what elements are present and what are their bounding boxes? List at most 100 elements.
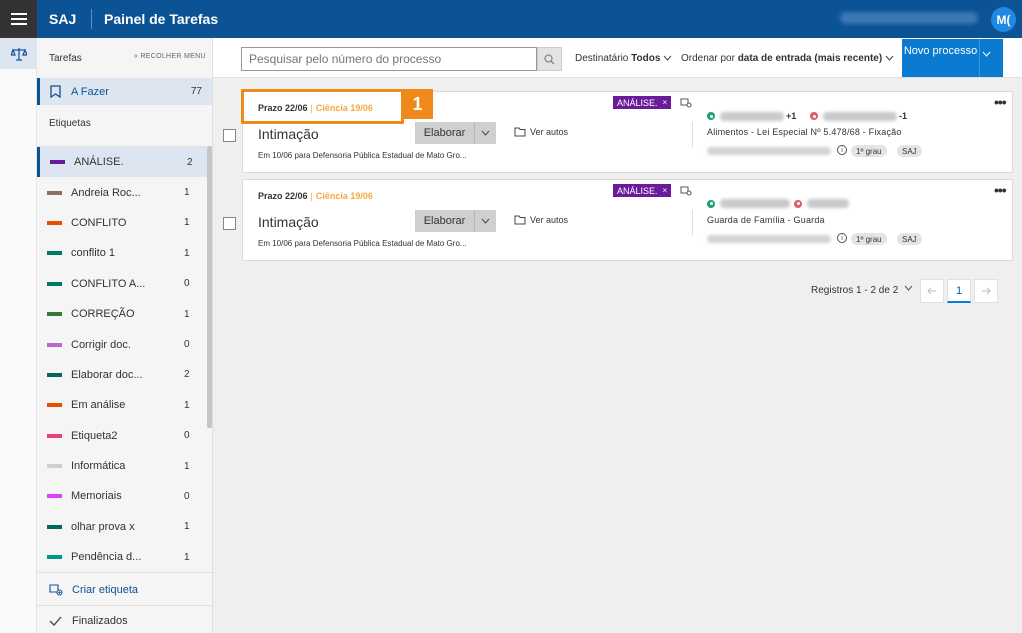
prazo-ciencia: Prazo 22/06 | Ciência 19/06 [258, 191, 373, 201]
tag-color-swatch [47, 555, 62, 560]
avatar[interactable]: M( [991, 7, 1016, 32]
finalizados-label: Finalizados [72, 614, 128, 627]
scales-icon[interactable] [0, 38, 37, 69]
etiqueta-item[interactable]: CORREÇÃO 1 [37, 299, 207, 329]
etiqueta-item[interactable]: Etiqueta2 0 [37, 421, 207, 451]
etiqueta-item[interactable]: olhar prova x 1 [37, 512, 207, 542]
polo-passivo-icon [794, 199, 802, 208]
sidebar-scrollbar[interactable] [207, 146, 212, 428]
etiqueta-label: CONFLITO [71, 216, 127, 229]
task-card[interactable]: Prazo 22/06 | Ciência 19/06 Intimação Elab… [241, 89, 1013, 173]
info-icon[interactable]: i [837, 145, 847, 155]
folder-icon [514, 215, 526, 225]
destinatario-dropdown[interactable]: Destinatário Todos [575, 53, 672, 64]
pagination-summary: Registros 1 - 2 de 2 [811, 285, 899, 296]
etiqueta-item[interactable]: Andreia Roc... 1 [37, 177, 207, 207]
novo-processo-button[interactable]: Novo processo [902, 39, 1003, 77]
novo-processo-label: Novo processo [903, 45, 978, 57]
chevron-down-icon [885, 55, 894, 61]
elaborar-dropdown-button[interactable] [474, 122, 496, 144]
polo-ativo [707, 199, 790, 208]
elaborar-button[interactable]: Elaborar [415, 210, 474, 232]
task-card[interactable]: Prazo 22/06 | Ciência 19/06 Intimação Elab… [242, 179, 1013, 261]
next-page-button[interactable] [974, 279, 998, 303]
page-button[interactable]: 1 [947, 279, 971, 303]
etiqueta-count: 2 [184, 369, 190, 381]
brand-logo[interactable]: SAJ [49, 11, 76, 27]
elaborar-dropdown-button[interactable] [474, 210, 496, 232]
etiqueta-count: 1 [184, 460, 190, 472]
etiqueta-label: Memoriais [71, 490, 122, 503]
tag-manage-icon[interactable] [680, 186, 692, 196]
top-bar: SAJ Painel de Tarefas M( [0, 0, 1022, 38]
task-type: Intimação [258, 214, 319, 230]
tag-color-swatch [47, 342, 62, 347]
toolbar: Destinatário Todos Ordenar por data de e… [213, 38, 1022, 78]
etiqueta-label: Andreia Roc... [71, 186, 141, 199]
etiqueta-label: Em análise [71, 399, 126, 412]
ver-autos-link[interactable]: Ver autos [514, 127, 568, 137]
sidebar: Tarefas « RECOLHER MENU A Fazer 77 Etiqu… [37, 38, 213, 633]
tag-manage-icon[interactable] [680, 98, 692, 108]
etiqueta-label: Elaborar doc... [71, 368, 143, 381]
more-options-icon[interactable]: ••• [994, 182, 1007, 198]
info-icon[interactable]: i [837, 233, 847, 243]
ordenar-dropdown[interactable]: Ordenar por data de entrada (mais recent… [681, 53, 894, 64]
tag-color-swatch [47, 220, 62, 225]
hamburger-menu-icon[interactable] [0, 0, 37, 38]
chevron-down-icon[interactable] [982, 51, 991, 57]
prev-page-button[interactable] [920, 279, 944, 303]
tag-color-swatch [47, 524, 62, 529]
sidebar-header: Tarefas [49, 53, 82, 64]
task-checkbox[interactable] [223, 129, 236, 142]
etiqueta-item[interactable]: Pendência d... 1 [37, 542, 207, 572]
etiqueta-count: 0 [184, 430, 190, 442]
etiqueta-item[interactable]: CONFLITO 1 [37, 208, 207, 238]
etiqueta-item[interactable]: Memoriais 0 [37, 481, 207, 511]
collapse-menu-button[interactable]: « RECOLHER MENU [134, 53, 206, 60]
polo-passivo-icon [810, 112, 818, 120]
etiqueta-item[interactable]: Informática 1 [37, 451, 207, 481]
blurred-name [720, 111, 784, 121]
ver-autos-link[interactable]: Ver autos [514, 215, 568, 225]
tag-color-swatch [47, 372, 62, 377]
remove-tag-icon[interactable]: × [663, 98, 668, 107]
etiqueta-label: Pendência d... [71, 551, 142, 564]
etiqueta-count: 2 [187, 156, 193, 168]
etiqueta-item[interactable]: Corrigir doc. 0 [37, 329, 207, 359]
elaborar-button[interactable]: Elaborar [415, 122, 474, 144]
tag-color-swatch [47, 403, 62, 408]
blurred-name [720, 199, 790, 208]
etiqueta-item[interactable]: ANÁLISE. 2 [37, 147, 207, 178]
search-button[interactable] [537, 47, 562, 71]
tag-chip: ANÁLISE. × [613, 184, 672, 197]
grau-badge: 1º grau [851, 233, 887, 245]
tag-color-swatch [47, 312, 62, 317]
search-input[interactable] [241, 47, 537, 71]
more-options-icon[interactable]: ••• [994, 94, 1007, 110]
classe-processual: Guarda de Família - Guarda [707, 215, 825, 225]
grau-badge: 1º grau [851, 145, 887, 157]
page-title: Painel de Tarefas [104, 11, 219, 27]
check-icon [49, 616, 62, 626]
sidebar-item-finalizados[interactable]: Finalizados [37, 605, 212, 633]
etiqueta-item[interactable]: Elaborar doc... 2 [37, 360, 207, 390]
page-size-dropdown[interactable] [904, 285, 913, 291]
criar-etiqueta-button[interactable]: Criar etiqueta [37, 575, 212, 605]
etiqueta-item[interactable]: Em análise 1 [37, 390, 207, 420]
tag-color-swatch [47, 251, 62, 256]
highlight-number-badge: 1 [402, 89, 433, 119]
task-type: Intimação [258, 126, 319, 142]
task-checkbox[interactable] [223, 217, 236, 230]
etiqueta-item[interactable]: conflito 1 1 [37, 238, 207, 268]
etiqueta-item[interactable]: CONFLITO A... 0 [37, 269, 207, 299]
arrow-left-icon [927, 287, 936, 295]
remove-tag-icon[interactable]: × [663, 186, 668, 195]
etiqueta-count: 1 [184, 217, 190, 229]
icon-rail [0, 38, 37, 633]
sidebar-item-a-fazer[interactable]: A Fazer 77 [37, 78, 212, 105]
bookmark-icon [50, 85, 62, 98]
etiqueta-label: Corrigir doc. [71, 338, 131, 351]
etiqueta-count: 0 [184, 278, 190, 290]
polo-passivo: -1 [810, 111, 907, 121]
